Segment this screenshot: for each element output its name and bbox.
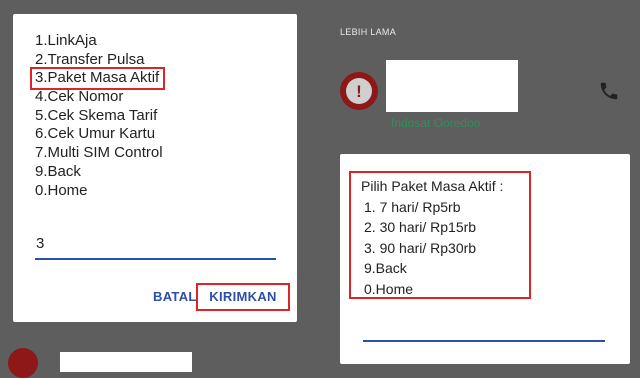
menu-item-back: 9.Back [35, 162, 81, 180]
phone-icon[interactable] [598, 80, 620, 102]
menu-item-multi-sim: 7.Multi SIM Control [35, 144, 163, 162]
menu-item-cek-skema-tarif: 5.Cek Skema Tarif [35, 106, 158, 124]
package-option-30-days: 2. 30 hari/ Rp15rb [364, 219, 477, 235]
ussd-menu-list: 1.LinkAja 2.Transfer Pulsa 3.Paket Masa … [29, 32, 166, 200]
menu-item-linkaja: 1.LinkAja [35, 32, 97, 49]
package-option-home: 0.Home [364, 280, 414, 297]
menu-item-transfer-pulsa: 2.Transfer Pulsa [35, 50, 145, 68]
operator-label: Indosat Ooredoo [391, 116, 481, 130]
package-prompt: Pilih Paket Masa Aktif : [361, 178, 504, 194]
alert-icon: ! [346, 78, 372, 104]
section-label-older: LEBIH LAMA [340, 27, 397, 37]
cancel-button[interactable]: BATAL [153, 286, 197, 308]
menu-item-home: 0.Home [35, 181, 88, 199]
menu-item-paket-masa-aktif: 3.Paket Masa Aktif [29, 67, 166, 91]
send-button[interactable]: KIRIMKAN [196, 283, 290, 311]
ussd-menu-dialog: 1.LinkAja 2.Transfer Pulsa 3.Paket Masa … [13, 14, 297, 322]
menu-item-cek-umur-kartu: 6.Cek Umur Kartu [35, 125, 156, 143]
package-option-back: 9.Back [364, 260, 407, 276]
ussd-response-input[interactable] [363, 326, 605, 342]
package-options-highlight: Pilih Paket Masa Aktif : 1. 7 hari/ Rp5r… [349, 171, 531, 299]
contact-avatar-partial[interactable] [8, 348, 38, 378]
contact-avatar[interactable]: ! [340, 72, 378, 110]
menu-item-cek-nomor: 4.Cek Nomor [35, 88, 124, 106]
package-option-7-days: 1. 7 hari/ Rp5rb [364, 198, 461, 215]
contact-name-redacted[interactable] [386, 60, 518, 112]
ussd-reply-input[interactable]: 3 [35, 230, 276, 260]
package-option-90-days: 3. 90 hari/ Rp30rb [364, 239, 477, 256]
contact-name-partial[interactable] [60, 352, 192, 372]
ussd-response-dialog: Pilih Paket Masa Aktif : 1. 7 hari/ Rp5r… [340, 154, 630, 364]
